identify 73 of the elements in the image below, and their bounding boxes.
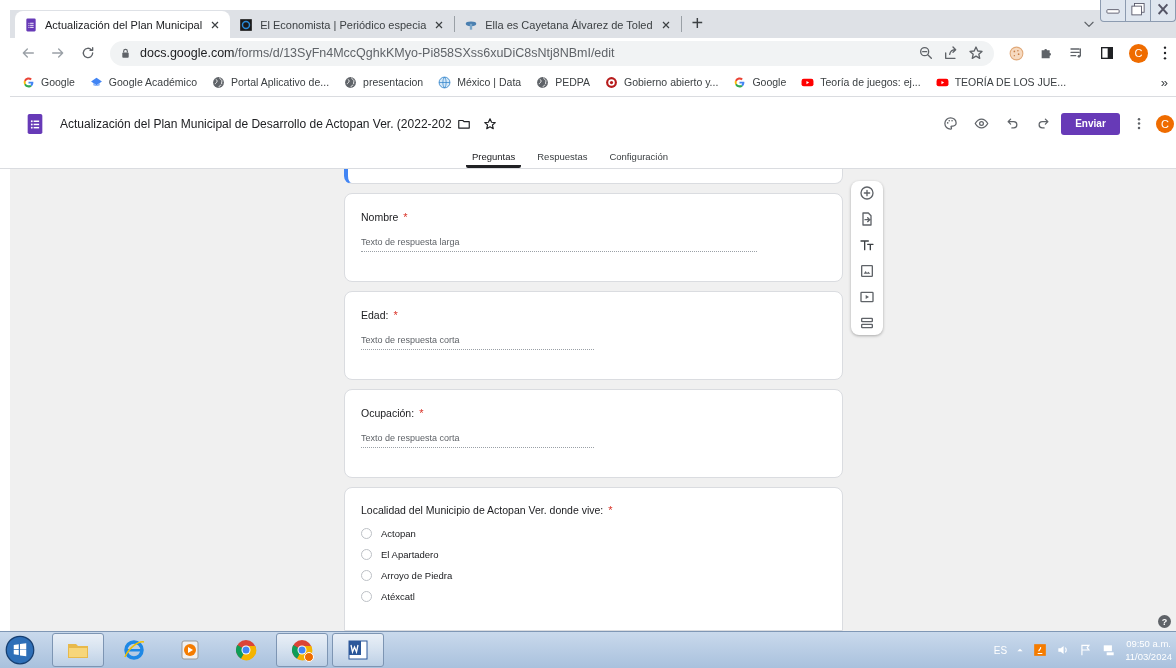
send-button[interactable]: Enviar <box>1061 112 1120 135</box>
browser-tab[interactable]: Ella es Cayetana Álvarez de Toled <box>455 11 681 38</box>
taskbar-app[interactable] <box>276 633 328 667</box>
reload-icon[interactable] <box>80 45 96 61</box>
bookmark[interactable]: Google <box>733 75 787 89</box>
app-icon <box>290 638 314 662</box>
option-label: Atéxcatl <box>381 591 415 602</box>
browser-tab[interactable]: Actualización del Plan Municipal <box>15 11 231 38</box>
star-icon[interactable] <box>482 116 497 131</box>
option-label: Arroyo de Piedra <box>381 570 453 581</box>
video-icon[interactable] <box>859 289 875 305</box>
app-icon <box>234 638 258 662</box>
form-tab[interactable]: Configuración <box>603 146 675 168</box>
favicon-icon <box>239 17 254 32</box>
browser-tab[interactable]: El Economista | Periódico especia <box>230 11 455 38</box>
palette-icon[interactable] <box>943 116 958 131</box>
app-icon <box>178 638 202 662</box>
app-icon <box>122 638 146 662</box>
answer-field[interactable]: Texto de respuesta corta <box>361 433 594 448</box>
form-tab[interactable]: Respuestas <box>531 146 594 168</box>
image-icon[interactable] <box>859 263 875 279</box>
side-panel-icon[interactable] <box>1099 45 1115 61</box>
java-icon[interactable] <box>1033 643 1048 657</box>
share-icon[interactable] <box>943 45 959 61</box>
bookmark[interactable]: México | Data <box>438 75 522 89</box>
bookmark[interactable]: TEORÍA DE LOS JUE... <box>935 75 1067 89</box>
option-label: Actopan <box>381 528 416 539</box>
zoom-out-icon[interactable] <box>918 45 934 61</box>
bookmark-icon <box>605 75 618 89</box>
question-title: Edad: <box>361 309 389 321</box>
bookmark-icon <box>536 75 550 89</box>
bookmark[interactable]: Google Académico <box>89 75 197 89</box>
bookmark[interactable]: Gobierno abierto y... <box>605 75 719 89</box>
answer-field[interactable]: Texto de respuesta larga <box>361 237 757 252</box>
bookmark-icon <box>212 75 225 89</box>
start-orb-icon[interactable] <box>5 635 35 665</box>
section-icon[interactable] <box>859 315 875 331</box>
more-options-icon[interactable] <box>1136 116 1142 131</box>
option-label: El Apartadero <box>381 549 439 560</box>
form-title[interactable]: Actualización del Plan Municipal de Desarrollo de Actopan Ver. (2022-202 <box>60 116 452 131</box>
required-mark: * <box>393 309 398 321</box>
taskbar-app[interactable] <box>332 633 384 667</box>
app-icon <box>346 638 370 662</box>
bookmark[interactable]: Google <box>22 75 75 89</box>
bookmark[interactable]: Portal Aplicativo de... <box>212 75 330 89</box>
required-mark: * <box>608 504 613 516</box>
help-button[interactable]: ? <box>1158 615 1171 628</box>
question-title: Localidad del Municipio de Actopan Ver. donde vive: <box>361 504 604 516</box>
bookmark[interactable]: presentacion <box>344 75 424 89</box>
question-title: Ocupación: <box>361 407 415 419</box>
bookmark-icon <box>733 75 747 89</box>
bookmark-icon <box>438 75 452 89</box>
bookmark[interactable]: PEDPA <box>536 75 590 89</box>
more-bookmarks-button[interactable]: » <box>1160 74 1168 90</box>
bookmark[interactable]: Teoría de juegos: ej... <box>801 75 921 89</box>
title-icon[interactable] <box>859 237 875 253</box>
import-icon[interactable] <box>859 211 875 227</box>
bookmark-icon <box>22 75 35 89</box>
add-circle-icon[interactable] <box>859 185 875 201</box>
required-mark: * <box>419 407 424 419</box>
undo-icon[interactable] <box>1005 116 1020 131</box>
question-title: Nombre <box>361 211 399 223</box>
answer-field[interactable]: Texto de respuesta corta <box>361 335 594 350</box>
redo-icon[interactable] <box>1036 116 1051 131</box>
bookmark-star-icon[interactable] <box>968 45 984 61</box>
bookmark-icon <box>344 75 358 89</box>
required-mark: * <box>403 211 408 223</box>
bookmark-icon <box>89 75 103 89</box>
menu-icon[interactable] <box>1162 45 1168 61</box>
new-tab-button[interactable]: + <box>683 12 712 33</box>
favicon-icon <box>24 17 38 32</box>
eye-icon[interactable] <box>974 116 989 131</box>
lock-icon <box>120 47 131 59</box>
